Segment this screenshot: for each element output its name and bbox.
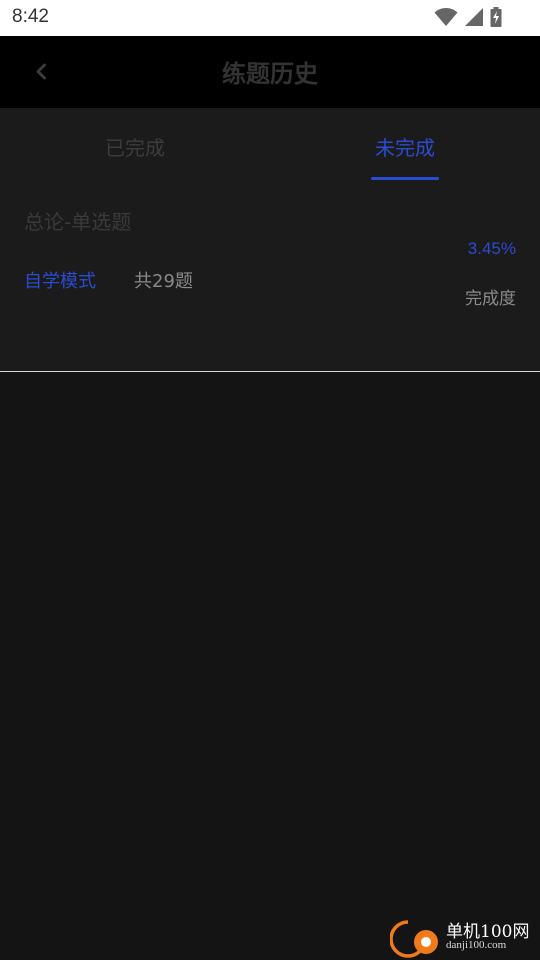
- tab-label: 未完成: [375, 136, 435, 160]
- tab-bar: 已完成 未完成: [0, 108, 540, 182]
- page-title: 练题历史: [222, 60, 318, 88]
- record-title: 总论-单选题: [24, 210, 132, 234]
- practice-history-screen: 8:42 练题历史 已完成 未完成 总论-单选题 自学模式 共29题 3.45%…: [0, 0, 540, 960]
- status-icons: [434, 7, 502, 27]
- active-tab-indicator: [371, 177, 439, 180]
- completion-percent: 3.45%: [467, 239, 516, 258]
- completion-label: 完成度: [465, 289, 516, 309]
- record-total: 共29题: [134, 271, 193, 292]
- status-bar: 8:42: [0, 0, 540, 36]
- tab-completed[interactable]: 已完成: [0, 108, 270, 182]
- status-time: 8:42: [12, 6, 49, 27]
- divider: [0, 371, 540, 372]
- watermark-logo-icon: [390, 920, 438, 958]
- signal-icon: [465, 8, 483, 26]
- list-item[interactable]: 总论-单选题 自学模式 共29题 3.45% 完成度: [0, 182, 540, 371]
- watermark-url: danji100.com: [446, 939, 507, 951]
- battery-charging-icon: [490, 7, 502, 27]
- wifi-icon: [434, 8, 458, 26]
- tab-incomplete[interactable]: 未完成: [270, 108, 540, 182]
- tab-label: 已完成: [105, 136, 165, 160]
- nav-bar: 练题历史: [0, 36, 540, 108]
- record-mode: 自学模式: [24, 271, 96, 292]
- watermark: 单机100网 danji100.com: [390, 914, 540, 960]
